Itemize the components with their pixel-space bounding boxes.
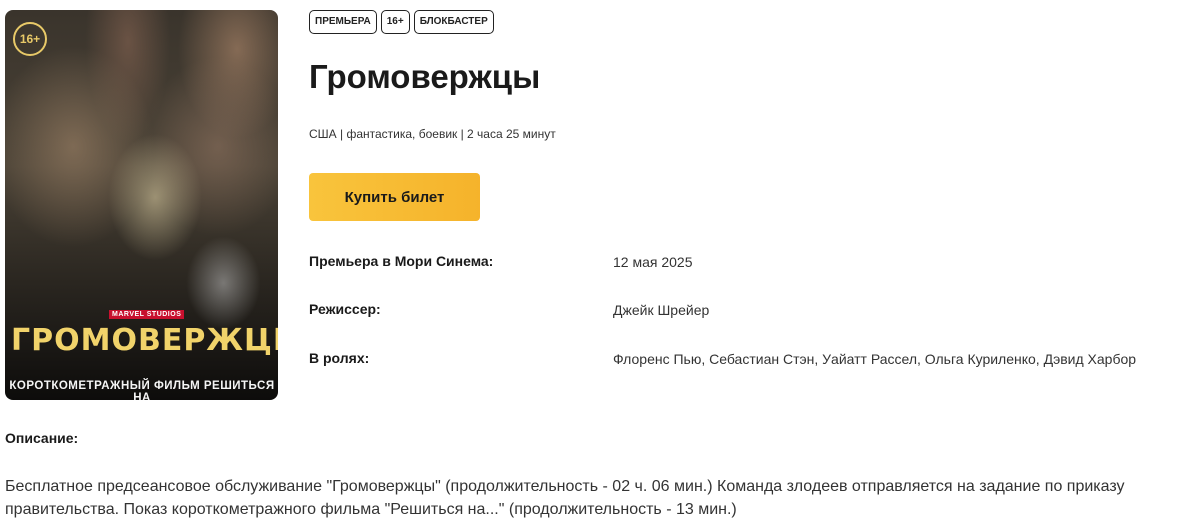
movie-meta: США | фантастика, боевик | 2 часа 25 мин… [309, 127, 556, 141]
tag-premiere: ПРЕМЬЕРА [309, 10, 377, 34]
tag-blockbuster: БЛОКБАСТЕР [413, 10, 494, 34]
movie-title: Громовержцы [309, 58, 541, 95]
cast-label: В ролях: [309, 350, 370, 366]
poster-subtitle: КОРОТКОМЕТРАЖНЫЙ ФИЛЬМ РЕШИТЬСЯ НА [9, 380, 275, 400]
tag-list: ПРЕМЬЕРА 16+ БЛОКБАСТЕР [309, 10, 494, 34]
description-label: Описание: [5, 430, 79, 446]
premiere-value: 12 мая 2025 [613, 254, 693, 270]
director-value: Джейк Шрейер [613, 302, 710, 318]
buy-ticket-button[interactable]: Купить билет [309, 173, 480, 221]
description-text: Бесплатное предсеансовое обслуживание "Г… [5, 478, 1125, 518]
poster-title: ГРОМОВЕРЖЦЫ* [11, 323, 278, 358]
poster-studio-logo: MARVEL STUDIOS [109, 310, 185, 319]
tag-age-rating: 16+ [380, 10, 410, 34]
premiere-label: Премьера в Мори Синема: [309, 253, 494, 269]
poster-age-badge: 16+ [13, 22, 47, 56]
director-label: Режиссер: [309, 301, 381, 317]
movie-poster: 16+ MARVEL STUDIOS ГРОМОВЕРЖЦЫ* КОРОТКОМ… [5, 10, 278, 400]
cast-value: Флоренс Пью, Себастиан Стэн, Уайатт Расс… [613, 351, 1137, 367]
